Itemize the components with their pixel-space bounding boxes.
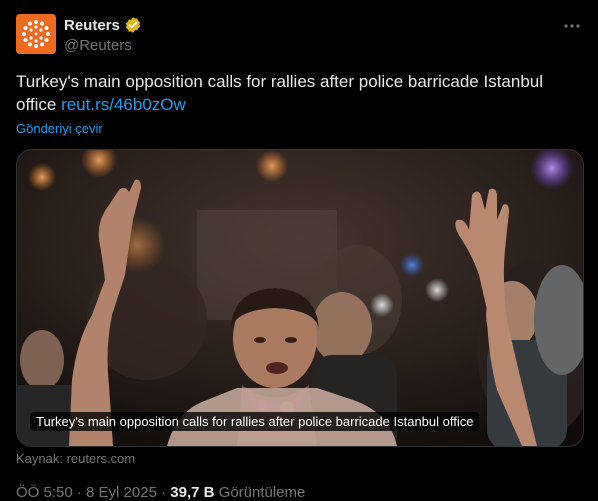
tweet-text: Turkey's main opposition calls for ralli… <box>16 70 582 116</box>
tweet-date[interactable]: 8 Eyl 2025 <box>86 484 157 501</box>
meta-separator: · <box>72 484 87 501</box>
avatar[interactable] <box>16 14 56 54</box>
more-horizontal-icon[interactable] <box>562 16 582 36</box>
tweet-link[interactable]: reut.rs/46b0zOw <box>61 95 186 114</box>
views-label: Görüntüleme <box>214 484 306 501</box>
handle[interactable]: @Reuters <box>64 37 142 54</box>
translate-post-link[interactable]: Gönderiyi çevir <box>16 121 103 136</box>
media-card[interactable]: Turkey's main opposition calls for ralli… <box>16 149 584 447</box>
news-photo <box>17 150 583 446</box>
tweet-meta: ÖÖ 5:50 · 8 Eyl 2025 · 39,7 B Görüntülem… <box>16 484 305 501</box>
media-caption: Turkey's main opposition calls for ralli… <box>30 412 480 431</box>
tweet-time[interactable]: ÖÖ 5:50 <box>16 484 73 501</box>
verified-badge-icon[interactable] <box>124 16 142 34</box>
meta-separator: · <box>156 484 171 501</box>
display-name-row: Reuters <box>64 15 142 35</box>
reuters-logo-icon <box>16 14 56 54</box>
display-name[interactable]: Reuters <box>64 17 120 34</box>
source-label[interactable]: Kaynak: reuters.com <box>16 451 135 466</box>
view-count: 39,7 B <box>170 484 215 501</box>
tweet-header: Reuters @Reuters <box>16 14 582 58</box>
author-names: Reuters @Reuters <box>64 15 142 54</box>
